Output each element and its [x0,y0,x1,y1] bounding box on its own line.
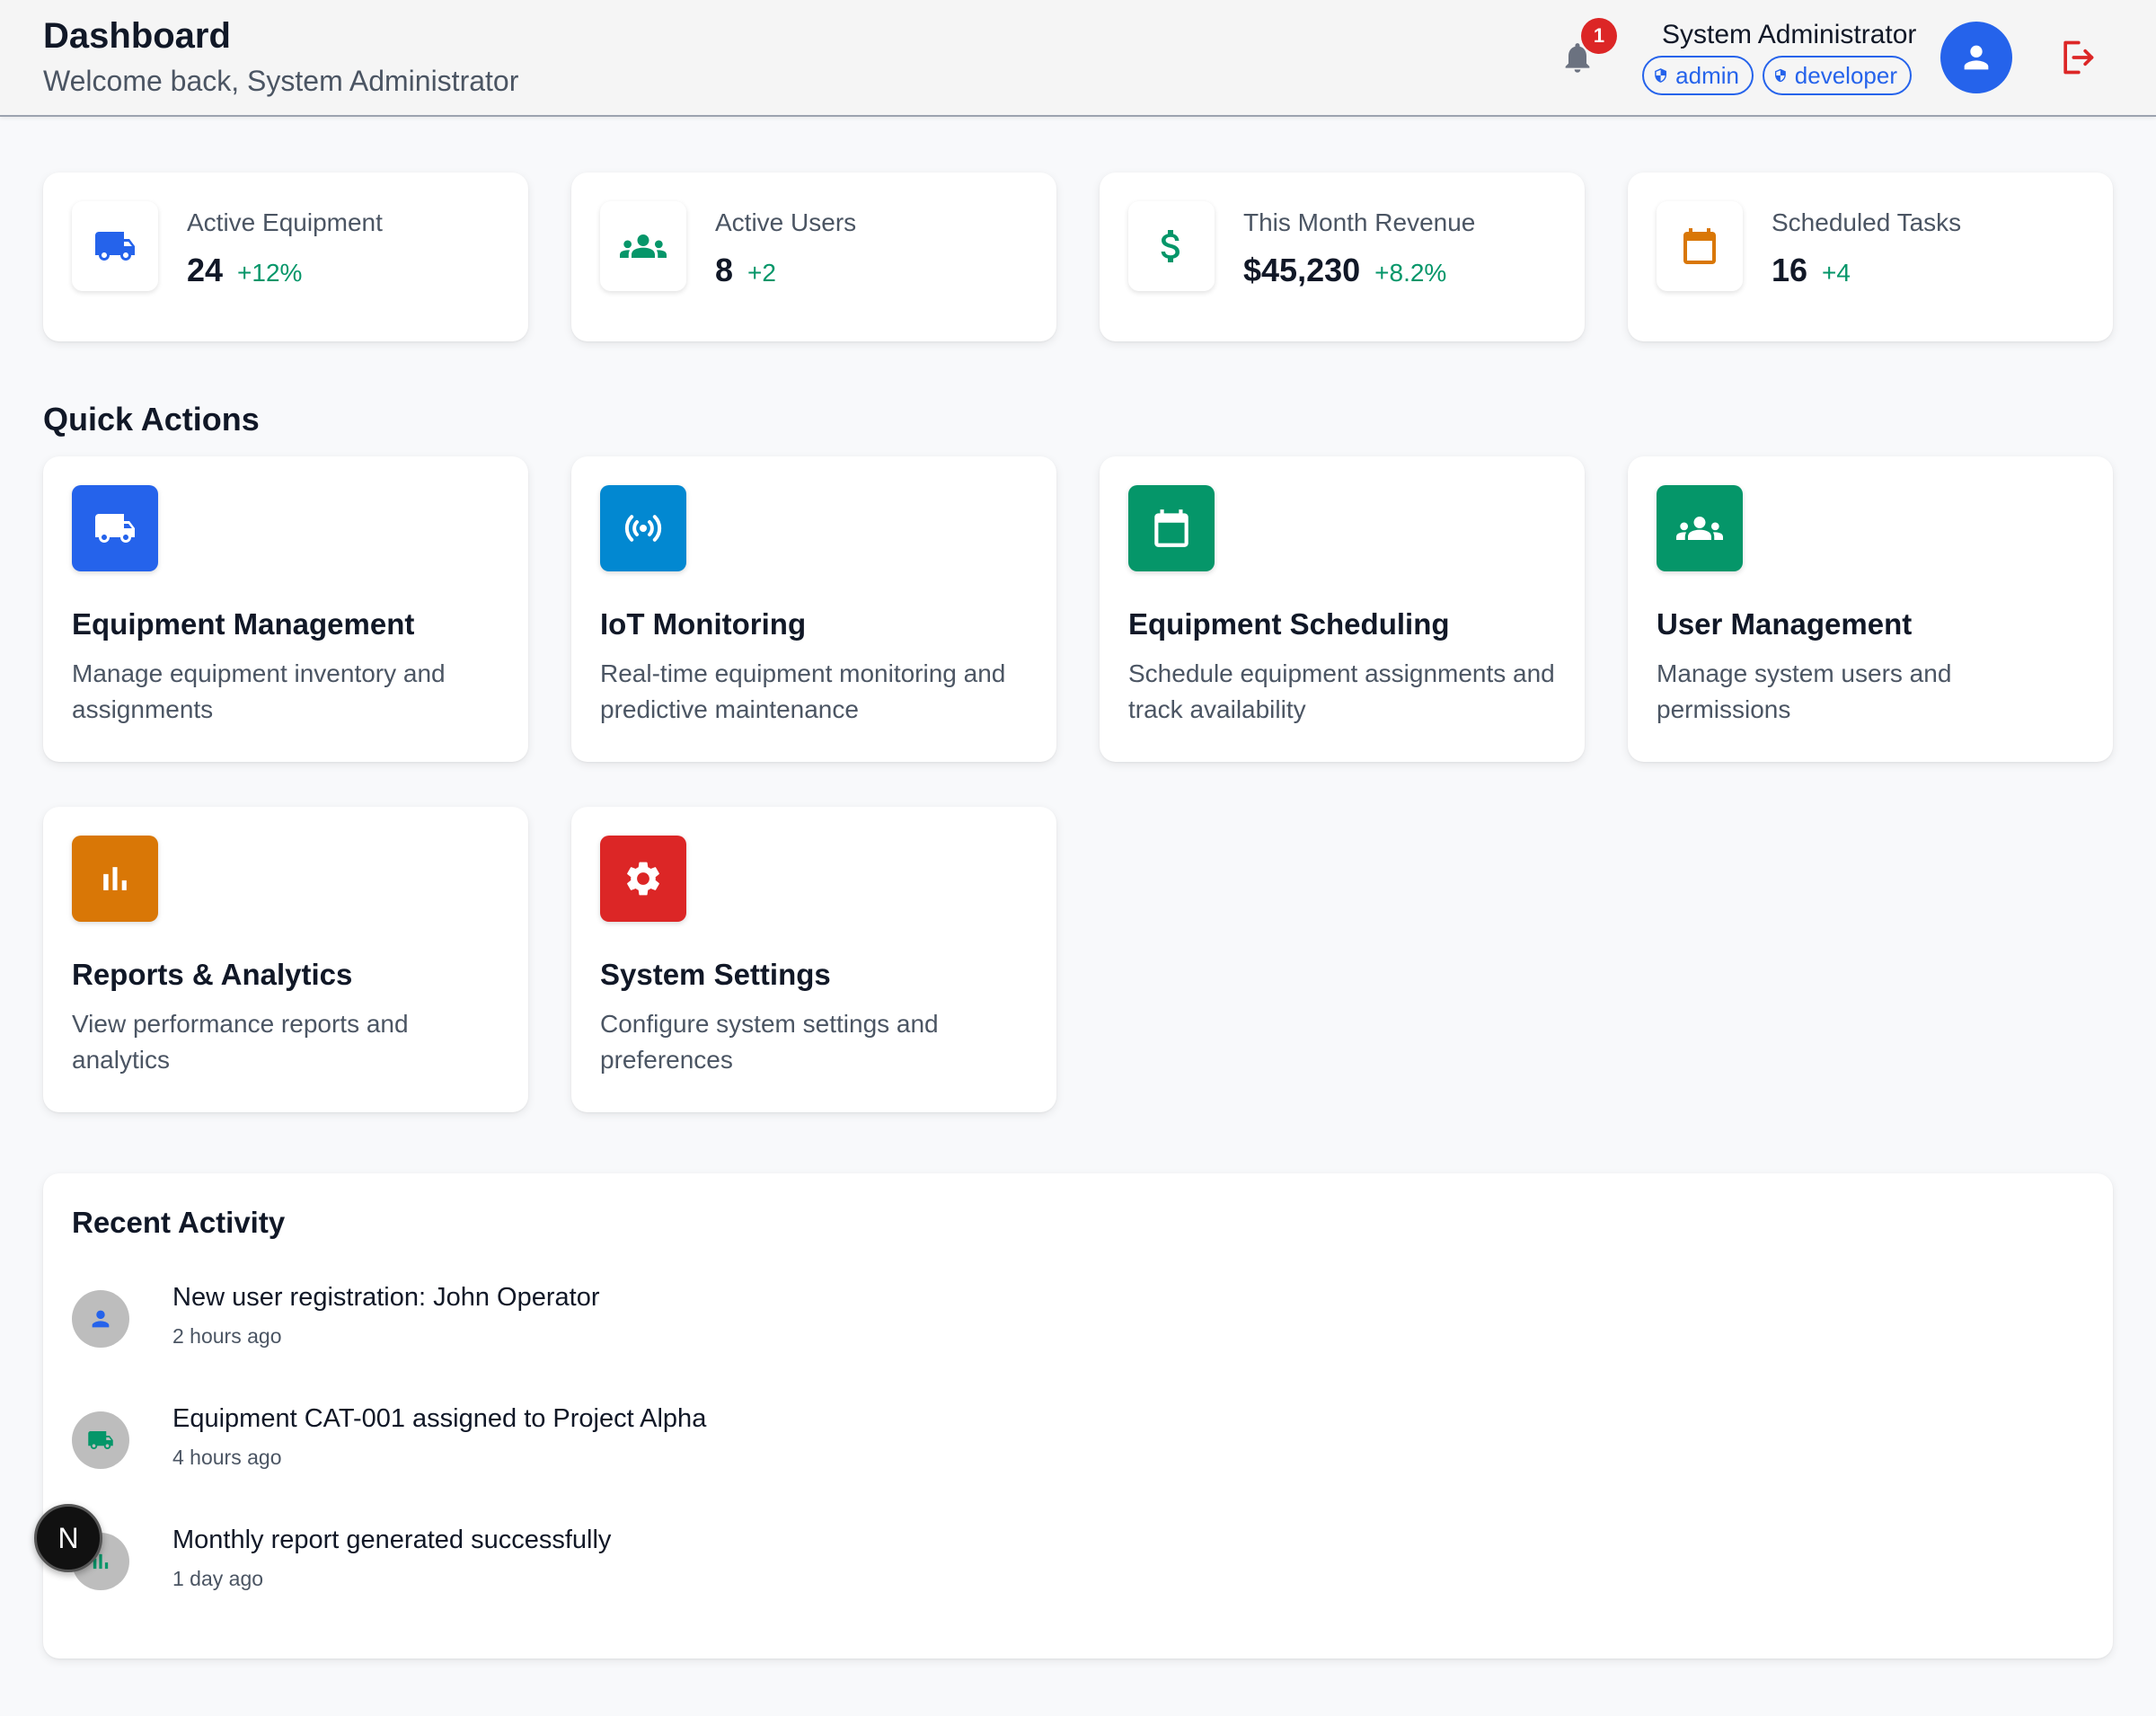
stat-label: Active Users [715,208,857,236]
role-chip-developer: developer [1763,56,1912,95]
stat-value: 24 [187,252,224,288]
app-header: Dashboard Welcome back, System Administr… [0,0,2156,117]
action-icon-box [1657,485,1743,571]
activity-avatar [72,1290,129,1348]
stat-change: +2 [747,259,776,287]
recent-activity-heading: Recent Activity [72,1206,286,1239]
stat-card-scheduled-tasks: Scheduled Tasks 16 +4 [1628,172,2113,341]
dollar-icon [1161,230,1180,262]
user-name: System Administrator [1662,20,1917,49]
stat-value: $45,230 [1243,252,1361,288]
action-title: Equipment Management [72,607,415,641]
stat-label: Active Equipment [187,208,383,236]
logout-button[interactable] [2057,38,2097,77]
activity-item: New user registration: John Operator 2 h… [72,1274,1509,1364]
action-icon-box [600,836,686,922]
dev-tools-badge[interactable]: N [34,1504,102,1572]
action-icon-box [600,485,686,571]
activity-item: Monthly report generated successfully 1 … [72,1517,1509,1606]
calendar-icon [1683,228,1716,264]
stat-icon-box [600,201,686,291]
truck-icon [88,1431,113,1449]
role-label: admin [1675,61,1739,89]
action-card-user-management[interactable]: User Management Manage system users and … [1628,456,2113,762]
activity-item: Equipment CAT-001 assigned to Project Al… [72,1395,1509,1485]
stat-change: +12% [237,259,303,287]
action-description: Configure system settings and preference… [600,1010,939,1074]
notification-count-badge: 1 [1581,18,1617,54]
stat-card-active-users: Active Users 8 +2 [571,172,1056,341]
page-title: Dashboard [43,16,231,56]
stat-icon-box [1657,201,1743,291]
truck-icon [95,514,135,543]
action-card-reports-analytics[interactable]: Reports & Analytics View performance rep… [43,807,528,1112]
stat-label: Scheduled Tasks [1772,208,1962,236]
welcome-subtitle: Welcome back, System Administrator [43,65,519,97]
action-icon-box [1128,485,1215,571]
activity-text: Monthly report generated successfully [172,1526,612,1554]
activity-avatar [72,1411,129,1469]
sensor-icon [624,515,662,542]
stat-label: This Month Revenue [1243,208,1476,236]
quick-actions-heading: Quick Actions [43,401,260,438]
bar-chart-icon [103,867,127,890]
action-title: IoT Monitoring [600,607,807,641]
action-icon-box [72,836,158,922]
action-description: View performance reports and analytics [72,1010,409,1074]
activity-text: Equipment CAT-001 assigned to Project Al… [172,1404,707,1433]
activity-time: 1 day ago [172,1567,264,1590]
activity-text: New user registration: John Operator [172,1283,600,1312]
shield-icon [1655,68,1667,83]
role-chip-admin: admin [1642,56,1754,95]
gear-icon [627,862,659,896]
shield-icon [1774,68,1786,83]
role-label: developer [1794,61,1897,89]
stat-change: +4 [1822,259,1851,287]
users-icon [1676,517,1723,540]
action-description: Schedule equipment assignments and track… [1128,659,1555,723]
action-title: System Settings [600,958,831,991]
stat-value: 8 [715,252,734,288]
action-card-equipment-scheduling[interactable]: Equipment Scheduling Schedule equipment … [1100,456,1585,762]
action-icon-box [72,485,158,571]
person-icon [1964,45,1989,70]
logout-icon [2063,40,2094,75]
action-title: User Management [1657,607,1913,641]
users-icon [620,234,667,258]
user-avatar-button[interactable] [1940,22,2012,93]
action-card-iot-monitoring[interactable]: IoT Monitoring Real-time equipment monit… [571,456,1056,762]
stat-change: +8.2% [1374,259,1447,287]
recent-activity-panel: Recent Activity New user registration: J… [43,1173,2113,1659]
calendar-icon [1154,509,1188,547]
stat-card-active-equipment: Active Equipment 24 +12% [43,172,528,341]
action-title: Reports & Analytics [72,958,353,991]
action-card-system-settings[interactable]: System Settings Configure system setting… [571,807,1056,1112]
activity-time: 2 hours ago [172,1324,282,1348]
action-card-equipment-management[interactable]: Equipment Management Manage equipment in… [43,456,528,762]
action-title: Equipment Scheduling [1128,607,1450,641]
stat-value: 16 [1772,252,1808,288]
stat-icon-box [1128,201,1215,291]
activity-time: 4 hours ago [172,1446,282,1469]
action-description: Manage equipment inventory and assignmen… [72,659,446,723]
action-description: Real-time equipment monitoring and predi… [600,659,1006,723]
truck-icon [95,232,135,261]
stat-card-revenue: This Month Revenue $45,230 +8.2% [1100,172,1585,341]
stat-icon-box [72,201,158,291]
person-icon [92,1310,110,1328]
action-description: Manage system users and permissions [1657,659,1952,723]
